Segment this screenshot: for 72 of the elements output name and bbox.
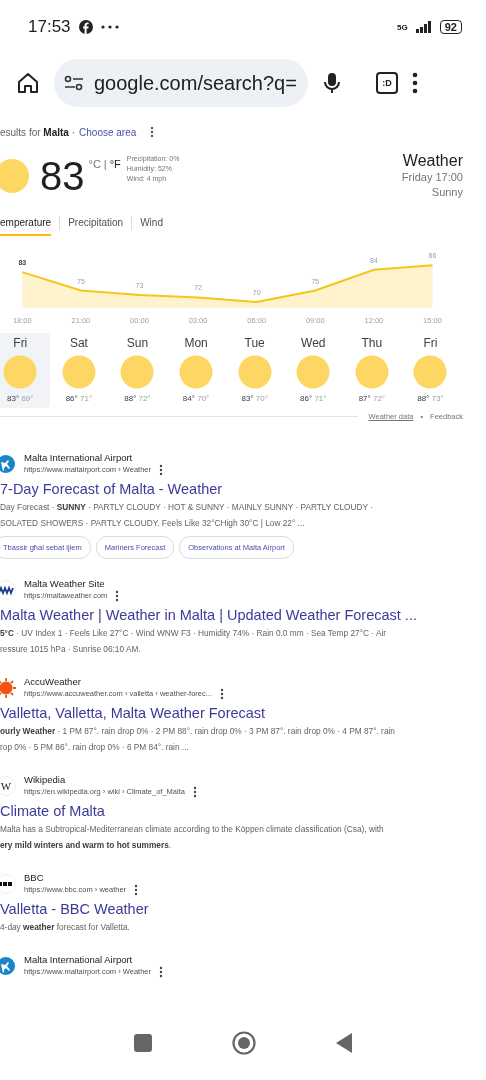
celsius-toggle[interactable]: °C (88, 158, 101, 170)
menu-icon[interactable] (412, 72, 418, 94)
result-snippet-line: ressure 1015 hPa · Sunrise 06:10 AM. (0, 643, 142, 656)
more-options-icon[interactable] (159, 464, 163, 476)
facebook-icon (78, 20, 93, 34)
fahrenheit-toggle[interactable]: °F (109, 158, 121, 170)
day-forecast[interactable]: Sun 88° 72° (108, 333, 167, 408)
back-button[interactable] (336, 1033, 352, 1053)
current-temperature: 83 (40, 153, 85, 199)
tab-switcher-button[interactable]: :D (376, 72, 398, 94)
battery-level: 92 (439, 20, 462, 34)
result-title-link[interactable]: Valletta - BBC Weather (0, 899, 486, 919)
site-name: Malta Weather Site (24, 577, 106, 590)
day-forecast[interactable]: Fri 83° 69° (0, 333, 50, 408)
more-options-icon[interactable] (134, 884, 139, 896)
home-button[interactable] (232, 1031, 256, 1055)
unit-separator: | (103, 158, 107, 170)
more-icon (100, 25, 119, 29)
result-snippet-line: ery mild winters and warm to hot summers. (0, 839, 173, 852)
weather-tab[interactable]: Precipitation (68, 210, 124, 236)
home-icon[interactable] (16, 71, 40, 95)
sun-icon (413, 355, 448, 389)
result-snippet-line: ourly Weather · 1 PM 87°. rain drop 0% · 2 PM 88°. rain drop 0% · 3 PM 87°. rain drop 0% · 4 PM 87°. rain (0, 725, 396, 738)
more-options-icon[interactable] (159, 966, 163, 978)
site-name: AccuWeather (24, 675, 82, 688)
location-text: esults for Malta · (0, 126, 76, 138)
day-forecast[interactable]: Thu 87° 72° (342, 333, 402, 408)
result-snippet-line: Day Forecast · SUNNY · PARTLY CLOUDY · HOT & SUNNY · MAINLY SUNNY · PARTLY CLOUDY · (0, 501, 374, 514)
sun-icon (0, 158, 30, 194)
site-name: Malta International Airport (24, 953, 134, 966)
day-forecast[interactable]: Fri 88° 73° (401, 333, 460, 408)
network-type: 5G (397, 22, 408, 32)
site-settings-icon[interactable] (64, 75, 84, 91)
more-options-icon[interactable] (150, 126, 155, 138)
sun-icon (61, 355, 96, 389)
result-title-link[interactable]: Malta Weather | Weather in Malta | Updated Weather Forecast ... (0, 605, 486, 625)
weather-title: Weather (402, 152, 463, 170)
day-forecast[interactable]: Wed 86° 71° (283, 333, 343, 408)
result-title-link[interactable]: Climate of Malta (0, 801, 486, 821)
site-name: Malta International Airport (24, 451, 134, 464)
more-options-icon[interactable] (192, 786, 197, 798)
weather-time: Friday 17:00 (401, 170, 463, 185)
microphone-icon[interactable] (322, 71, 342, 95)
result-title-link[interactable]: 7-Day Forecast of Malta - Weather (0, 479, 486, 499)
site-name: BBC (24, 871, 45, 884)
sun-icon (296, 355, 331, 389)
day-forecast[interactable]: Sat 86° 71° (49, 333, 109, 408)
result-snippet-line: 4-day weather forecast for Valletta. (0, 921, 131, 934)
result-snippet-line: 5°C · UV Index 1 · Feels Like 27°C · Wind WNW F3 · Humidity 74% · Rain 0.0 mm · Sea Temp 27°C · Air (0, 627, 388, 640)
more-options-icon[interactable] (115, 590, 120, 602)
sun-icon (179, 355, 214, 389)
weather-condition: Sunny (431, 185, 463, 200)
result-snippet-line: rop 0% · 5 PM 86°. rain drop 0% · 6 PM 84°. rain ... (0, 741, 190, 754)
weather-tab[interactable]: emperature (0, 210, 52, 236)
choose-area-link[interactable]: Choose area (79, 126, 137, 138)
result-snippet-line: SOLATED SHOWERS · PARTLY CLOUDY. Feels Like 32°CHigh 30°C | Low 22° ... (0, 517, 306, 530)
site-name: Wikipedia (24, 773, 67, 786)
result-title-link[interactable]: Valletta, Valletta, Malta Weather Forecast (0, 703, 486, 723)
site-favicon (0, 677, 16, 698)
sun-icon (237, 355, 272, 389)
weather-tab[interactable]: Wind (140, 210, 163, 236)
url-text: google.com/search?q= (94, 71, 297, 95)
status-time: 17:53 (28, 17, 71, 37)
day-forecast[interactable]: Tue 83° 70° (225, 333, 284, 408)
sun-icon (120, 355, 155, 389)
sun-icon (354, 355, 389, 389)
address-bar[interactable]: google.com/search?q= (54, 59, 308, 107)
day-forecast[interactable]: Mon 84° 70° (166, 333, 226, 408)
sun-icon (3, 355, 38, 389)
signal-icon (415, 21, 432, 33)
result-snippet-line: Malta has a Subtropical-Mediterranean climate according to the Köppen climate classification (Csa), with (0, 823, 385, 836)
more-options-icon[interactable] (220, 688, 224, 700)
